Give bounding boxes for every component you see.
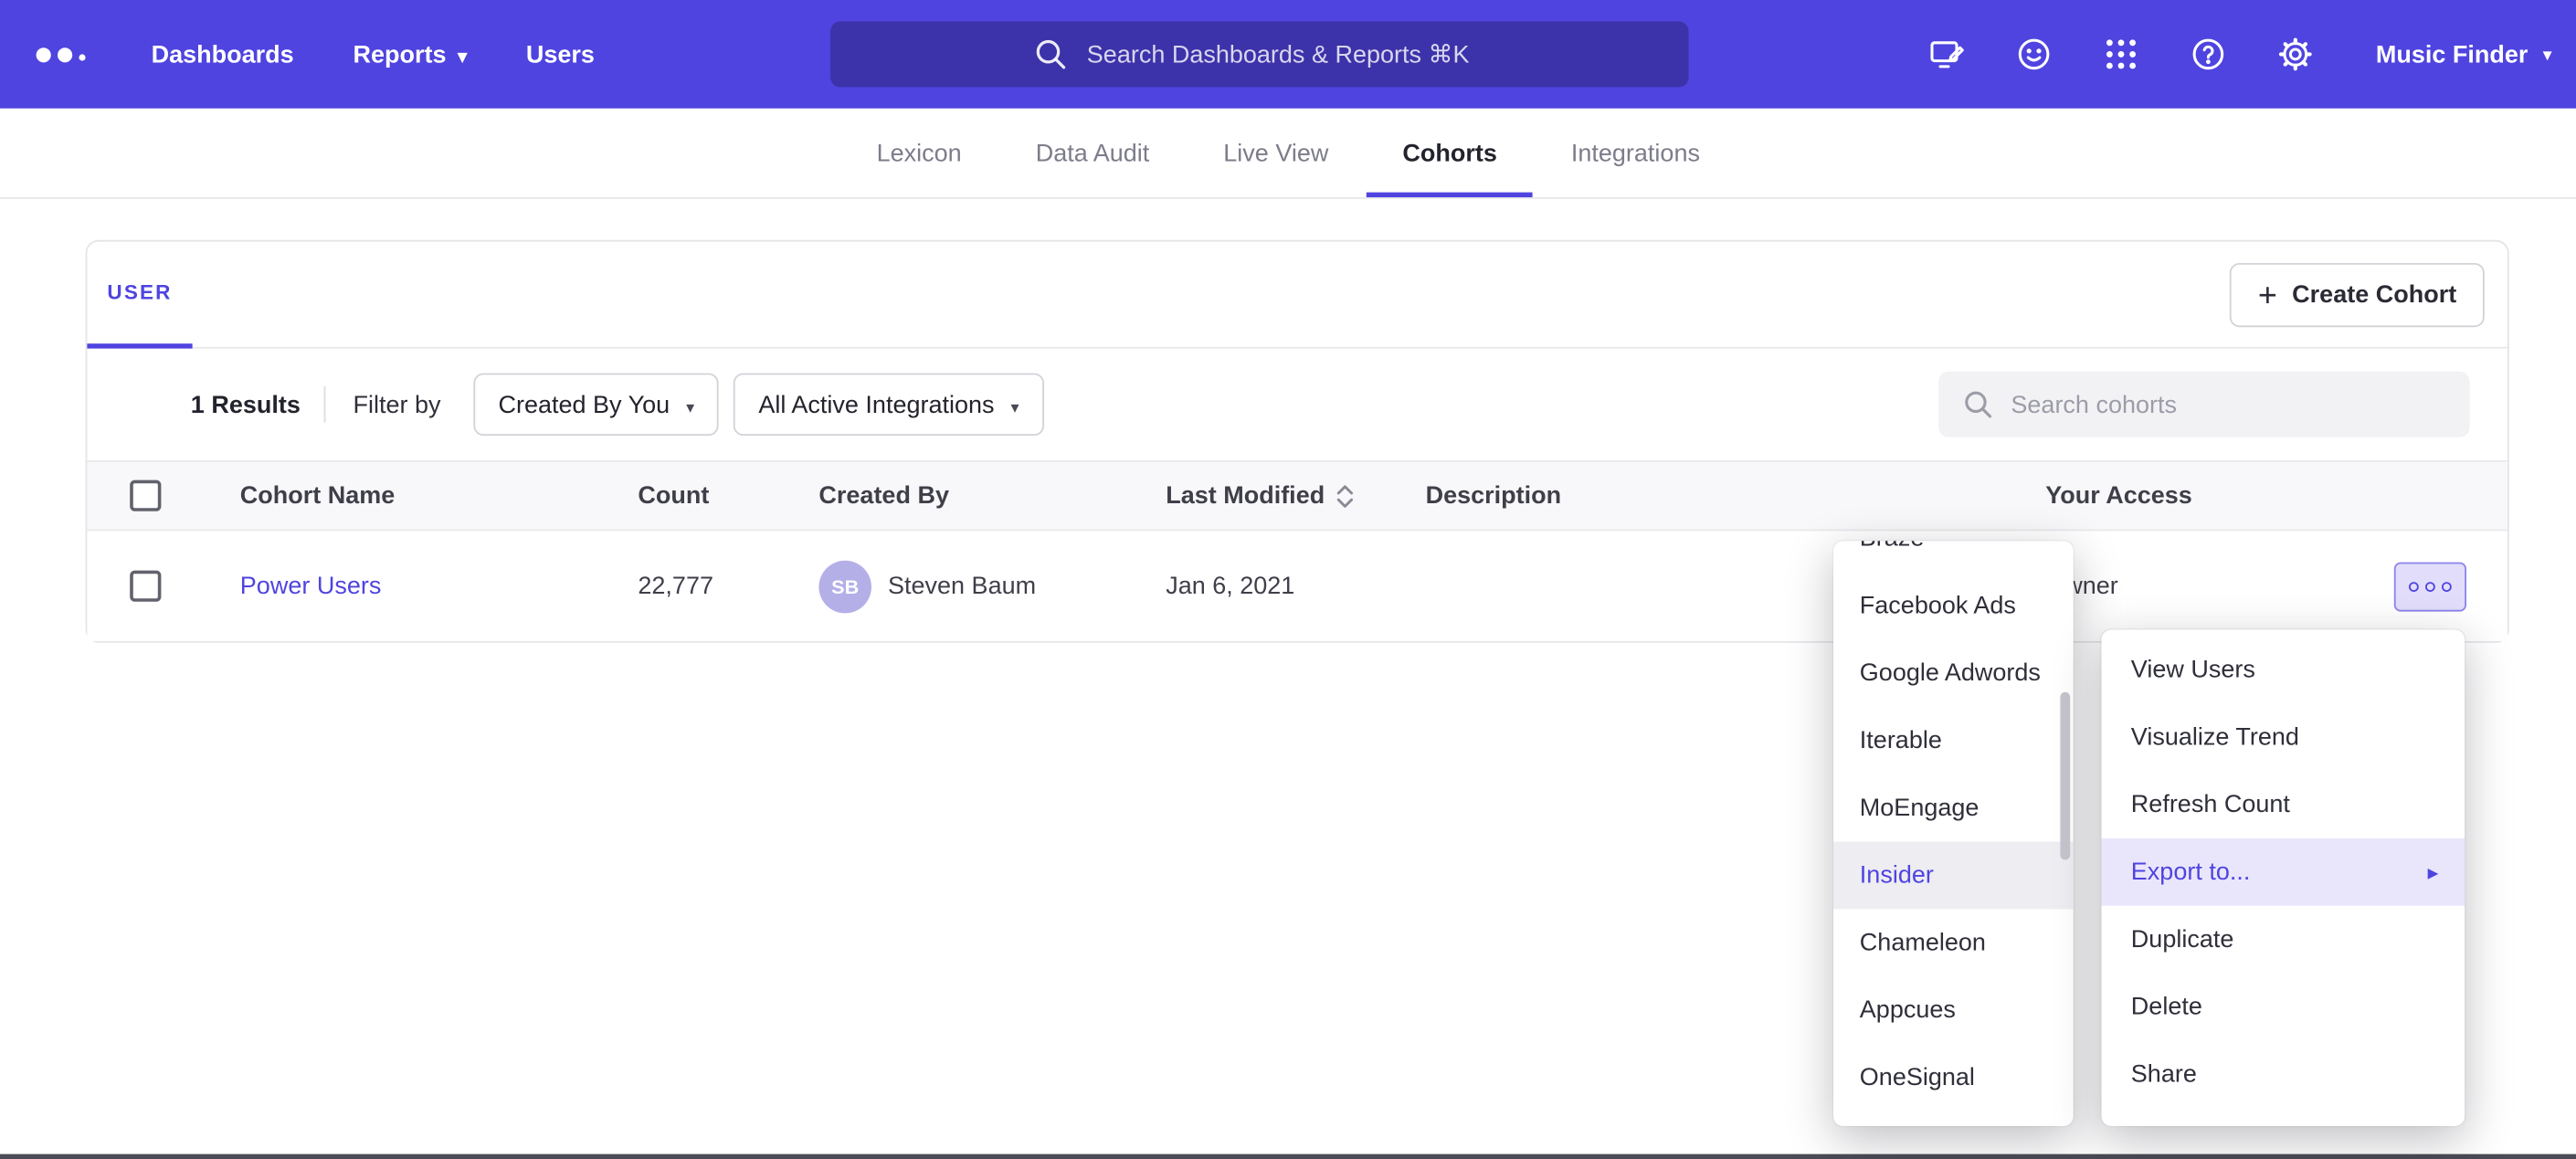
chevron-down-icon (2543, 39, 2552, 68)
menu-item-google-adwords[interactable]: Google Adwords (1833, 639, 2074, 707)
primary-nav: Dashboards Reports Users (152, 40, 595, 68)
results-count: 1 Results (191, 391, 301, 419)
apps-grid-icon[interactable] (2101, 35, 2140, 74)
dot-icon (2442, 582, 2452, 592)
tab-lexicon[interactable]: Lexicon (877, 109, 962, 197)
table-row[interactable]: Power Users 22,777 SB Steven Baum Jan 6,… (87, 531, 2507, 641)
select-all-checkbox[interactable] (130, 480, 161, 511)
feedback-icon[interactable] (1927, 35, 1967, 74)
chevron-down-icon (458, 40, 467, 68)
cohort-search-input[interactable] (1938, 372, 2469, 437)
menu-item-iterable[interactable]: Iterable (1833, 707, 2074, 774)
tab-live-view[interactable]: Live View (1223, 109, 1328, 197)
menu-item-facebook-ads[interactable]: Facebook Ads (1833, 572, 2074, 639)
filter-created-by[interactable]: Created By You (473, 374, 719, 436)
filter-integrations[interactable]: All Active Integrations (734, 374, 1043, 436)
tab-data-audit[interactable]: Data Audit (1036, 109, 1150, 197)
created-by-name: Steven Baum (888, 572, 1036, 600)
table-header: Cohort Name Count Created By Last Modifi… (87, 460, 2507, 531)
menu-item-refresh-count[interactable]: Refresh Count (2101, 771, 2465, 838)
app-window: Dashboards Reports Users (0, 0, 2576, 1159)
chevron-down-icon (686, 391, 694, 419)
menu-item-view-users[interactable]: View Users (2101, 637, 2465, 704)
mixpanel-logo[interactable] (37, 47, 86, 61)
search-icon (1961, 388, 1994, 421)
column-last-modified[interactable]: Last Modified (1166, 462, 1354, 530)
row-checkbox-cell (130, 531, 161, 641)
nav-reports-label: Reports (353, 40, 446, 68)
nav-dashboards-label: Dashboards (152, 40, 294, 68)
nav-dashboards[interactable]: Dashboards (152, 40, 294, 68)
row-actions-button[interactable] (2394, 563, 2466, 612)
create-cohort-button[interactable]: Create Cohort (2230, 263, 2484, 327)
menu-item-duplicate[interactable]: Duplicate (2101, 906, 2465, 974)
tab-user-cohorts[interactable]: USER (87, 242, 192, 349)
divider (323, 386, 325, 423)
logo-dot (37, 47, 51, 61)
global-search[interactable] (830, 21, 1689, 87)
nav-reports[interactable]: Reports (353, 40, 467, 68)
chevron-down-icon (1011, 391, 1019, 419)
window-bottom-edge (0, 1154, 2576, 1159)
tab-integrations[interactable]: Integrations (1571, 109, 1700, 197)
global-search-input[interactable] (1083, 38, 1486, 69)
menu-item-onesignal[interactable]: OneSignal (1833, 1044, 2074, 1112)
smiley-icon[interactable] (2014, 35, 2053, 74)
column-description[interactable]: Description (1426, 462, 1562, 530)
scrollbar-thumb[interactable] (2060, 692, 2070, 860)
plus-icon (2258, 279, 2277, 311)
select-row-checkbox[interactable] (130, 571, 161, 602)
sort-icon[interactable] (1335, 482, 1355, 509)
column-created-by[interactable]: Created By (818, 462, 949, 530)
logo-dot (58, 47, 72, 61)
avatar: SB (818, 560, 871, 613)
account-name: Music Finder (2376, 40, 2528, 68)
filter-row: 1 Results Filter by Created By You All A… (87, 349, 2507, 460)
menu-item-insider[interactable]: Insider (1833, 842, 2074, 910)
export-integrations-menu: Braze Facebook Ads Google Adwords Iterab… (1833, 541, 2074, 1126)
top-navbar: Dashboards Reports Users (0, 0, 2576, 109)
nav-users[interactable]: Users (526, 40, 595, 68)
filter-created-by-label: Created By You (498, 391, 670, 419)
select-all-checkbox-cell (130, 462, 161, 530)
dot-icon (2409, 582, 2419, 592)
scrollbar[interactable] (2060, 541, 2070, 1126)
menu-item-export-to[interactable]: Export to... (2101, 838, 2465, 906)
menu-item-delete[interactable]: Delete (2101, 974, 2465, 1041)
search-icon (1032, 37, 1069, 73)
section-tabs: Lexicon Data Audit Live View Cohorts Int… (0, 109, 2576, 199)
tab-cohorts[interactable]: Cohorts (1402, 109, 1497, 197)
menu-item-share[interactable]: Share (2101, 1040, 2465, 1108)
card-header: USER Create Cohort (87, 242, 2507, 349)
menu-item-chameleon[interactable]: Chameleon (1833, 909, 2074, 976)
cohort-search (1938, 372, 2469, 437)
column-your-access[interactable]: Your Access (2045, 462, 2192, 530)
menu-item-export-to-label: Export to... (2131, 859, 2251, 887)
menu-item-moengage[interactable]: MoEngage (1833, 774, 2074, 842)
column-count[interactable]: Count (638, 462, 709, 530)
filter-by-label: Filter by (353, 391, 440, 419)
filter-integrations-label: All Active Integrations (758, 391, 994, 419)
nav-users-label: Users (526, 40, 595, 68)
cohort-name-link[interactable]: Power Users (240, 572, 382, 600)
logo-dot (79, 54, 85, 60)
settings-icon[interactable] (2275, 35, 2315, 74)
last-modified-cell: Jan 6, 2021 (1166, 531, 1294, 641)
created-by-cell: SB Steven Baum (818, 531, 1036, 641)
menu-item-appcues[interactable]: Appcues (1833, 976, 2074, 1044)
help-icon[interactable] (2189, 35, 2228, 74)
column-cohort-name[interactable]: Cohort Name (240, 462, 396, 530)
cohorts-card: USER Create Cohort 1 Results Filter by C… (86, 240, 2509, 643)
dot-icon (2425, 582, 2435, 592)
menu-item-braze[interactable]: Braze (1833, 541, 2074, 572)
submenu-arrow-icon (2428, 859, 2439, 887)
cohort-count: 22,777 (638, 531, 713, 641)
column-last-modified-label: Last Modified (1166, 481, 1325, 510)
row-actions-menu: View Users Visualize Trend Refresh Count… (2101, 629, 2465, 1126)
create-cohort-label: Create Cohort (2292, 281, 2456, 310)
navbar-right: Music Finder (1927, 0, 2552, 109)
menu-item-visualize-trend[interactable]: Visualize Trend (2101, 703, 2465, 771)
account-menu[interactable]: Music Finder (2376, 39, 2552, 68)
